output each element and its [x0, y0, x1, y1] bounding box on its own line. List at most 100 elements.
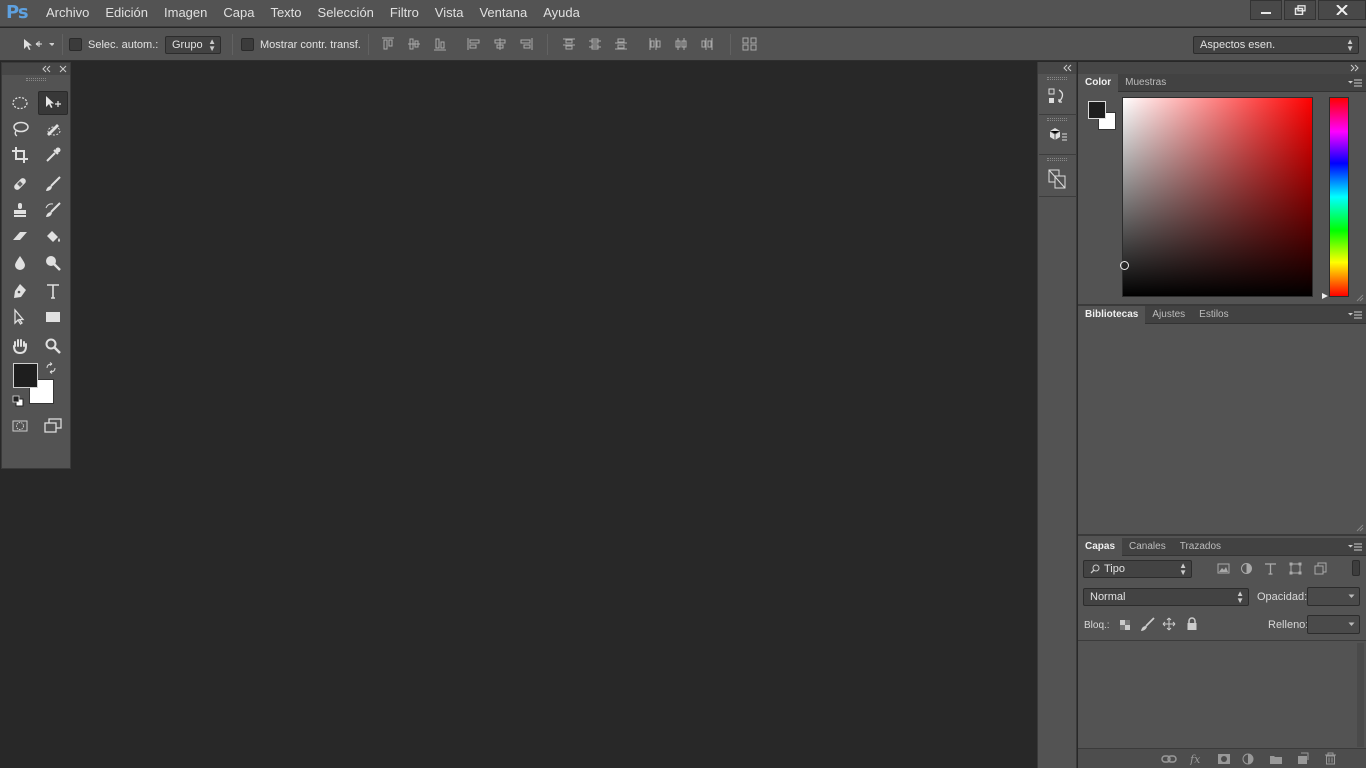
new-adjustment-layer-icon[interactable]: [1242, 753, 1254, 765]
tab-color[interactable]: Color: [1078, 74, 1119, 92]
menu-archivo[interactable]: Archivo: [38, 0, 97, 27]
collapse-to-icons-icon[interactable]: [1350, 64, 1360, 72]
tab-capas[interactable]: Capas: [1078, 538, 1123, 556]
menu-ayuda[interactable]: Ayuda: [535, 0, 588, 27]
lock-image-pixels-icon[interactable]: [1140, 617, 1155, 632]
align-top-edges-icon[interactable]: [381, 37, 395, 51]
brush-tool[interactable]: [38, 172, 68, 196]
layer-style-fx-icon[interactable]: fx: [1189, 752, 1203, 765]
tool-preset-picker[interactable]: [22, 28, 54, 61]
align-bottom-edges-icon[interactable]: [433, 37, 447, 51]
distribute-right-icon[interactable]: [700, 37, 714, 51]
filter-shape-layers-icon[interactable]: [1289, 562, 1302, 575]
new-group-icon[interactable]: [1269, 753, 1283, 765]
collapse-panel-icon[interactable]: [42, 65, 52, 73]
tab-trazados[interactable]: Trazados: [1173, 538, 1228, 556]
rectangle-tool[interactable]: [38, 305, 68, 329]
auto-align-layers-icon[interactable]: [742, 37, 758, 51]
restore-button[interactable]: [1284, 0, 1316, 20]
properties-3d-panel-button[interactable]: [1046, 126, 1070, 148]
minimize-button[interactable]: [1250, 0, 1282, 20]
layer-comps-panel-button[interactable]: [1046, 168, 1070, 190]
elliptical-marquee-tool[interactable]: [5, 91, 35, 115]
dock-grip[interactable]: [1047, 158, 1067, 161]
panel-menu-icon[interactable]: [1348, 310, 1362, 320]
link-layers-icon[interactable]: [1161, 754, 1177, 764]
menu-seleccion[interactable]: Selección: [310, 0, 382, 27]
hue-slider-marker-icon[interactable]: [1321, 292, 1329, 300]
color-field-picker[interactable]: [1120, 261, 1129, 270]
screen-mode-button[interactable]: [38, 414, 68, 438]
hue-slider[interactable]: [1329, 97, 1349, 297]
crop-tool[interactable]: [5, 143, 35, 167]
document-canvas-area[interactable]: [0, 62, 1036, 768]
filter-pixel-layers-icon[interactable]: [1217, 562, 1230, 575]
close-panel-icon[interactable]: [59, 65, 67, 73]
color-field[interactable]: [1122, 97, 1313, 297]
tab-canales[interactable]: Canales: [1122, 538, 1173, 556]
lock-position-icon[interactable]: [1162, 617, 1176, 631]
hand-tool[interactable]: [5, 334, 35, 358]
quick-mask-button[interactable]: [5, 414, 35, 438]
menu-edicion[interactable]: Edición: [97, 0, 156, 27]
dock-grip[interactable]: [1047, 118, 1067, 121]
paint-bucket-tool[interactable]: [38, 224, 68, 248]
move-tool[interactable]: [38, 91, 68, 115]
delete-layer-icon[interactable]: [1324, 752, 1337, 765]
clone-stamp-tool[interactable]: [5, 198, 35, 222]
new-layer-icon[interactable]: [1296, 752, 1309, 765]
eraser-tool[interactable]: [5, 224, 35, 248]
layers-list[interactable]: [1078, 640, 1366, 748]
auto-select-target-dropdown[interactable]: Grupo ▲ ▼: [165, 35, 221, 54]
align-left-edges-icon[interactable]: [467, 37, 481, 51]
menu-capa[interactable]: Capa: [215, 0, 262, 27]
distribute-vertical-centers-icon[interactable]: [588, 37, 602, 51]
align-vertical-centers-icon[interactable]: [407, 37, 421, 51]
dodge-tool[interactable]: [38, 251, 68, 275]
zoom-tool[interactable]: [38, 334, 68, 358]
panel-menu-icon[interactable]: [1348, 78, 1362, 88]
default-colors-icon[interactable]: [12, 395, 24, 407]
panel-menu-icon[interactable]: [1348, 542, 1362, 552]
blend-mode-dropdown[interactable]: Normal ▲ ▼: [1083, 588, 1249, 606]
add-mask-icon[interactable]: [1217, 753, 1231, 765]
history-brush-tool[interactable]: [38, 198, 68, 222]
tab-bibliotecas[interactable]: Bibliotecas: [1078, 306, 1146, 324]
tab-estilos[interactable]: Estilos: [1192, 306, 1235, 324]
filter-smart-objects-icon[interactable]: [1314, 562, 1327, 575]
tools-panel-header[interactable]: [2, 63, 70, 75]
lasso-tool[interactable]: [5, 117, 35, 141]
fill-input[interactable]: [1307, 615, 1360, 634]
foreground-color-swatch[interactable]: [13, 363, 38, 388]
tab-muestras[interactable]: Muestras: [1118, 74, 1173, 92]
menu-ventana[interactable]: Ventana: [471, 0, 535, 27]
blur-tool[interactable]: [5, 251, 35, 275]
app-logo[interactable]: Ps: [6, 2, 29, 23]
filter-type-layers-icon[interactable]: [1264, 562, 1277, 575]
swap-colors-icon[interactable]: [45, 362, 57, 374]
menu-vista[interactable]: Vista: [427, 0, 472, 27]
menu-filtro[interactable]: Filtro: [382, 0, 427, 27]
healing-brush-tool[interactable]: [5, 172, 35, 196]
quick-selection-tool[interactable]: [38, 117, 68, 141]
type-tool[interactable]: [38, 279, 68, 303]
menu-texto[interactable]: Texto: [262, 0, 309, 27]
panel-foreground-swatch[interactable]: [1088, 101, 1106, 119]
align-horizontal-centers-icon[interactable]: [493, 37, 507, 51]
lock-transparent-pixels-icon[interactable]: [1119, 619, 1131, 631]
distribute-top-icon[interactable]: [562, 37, 576, 51]
distribute-bottom-icon[interactable]: [614, 37, 628, 51]
filter-toggle-switch[interactable]: [1352, 560, 1360, 576]
close-button[interactable]: [1318, 0, 1366, 20]
pen-tool[interactable]: [5, 279, 35, 303]
tab-ajustes[interactable]: Ajustes: [1145, 306, 1192, 324]
workspace-dropdown[interactable]: Aspectos esen. ▲ ▼: [1193, 35, 1359, 54]
layers-scrollbar[interactable]: [1357, 643, 1364, 747]
resize-grip-icon[interactable]: [1356, 524, 1364, 532]
distribute-left-icon[interactable]: [648, 37, 662, 51]
resize-grip-icon[interactable]: [1356, 294, 1364, 302]
menu-imagen[interactable]: Imagen: [156, 0, 215, 27]
align-right-edges-icon[interactable]: [519, 37, 533, 51]
history-panel-button[interactable]: [1046, 86, 1070, 108]
lock-all-icon[interactable]: [1186, 617, 1198, 631]
